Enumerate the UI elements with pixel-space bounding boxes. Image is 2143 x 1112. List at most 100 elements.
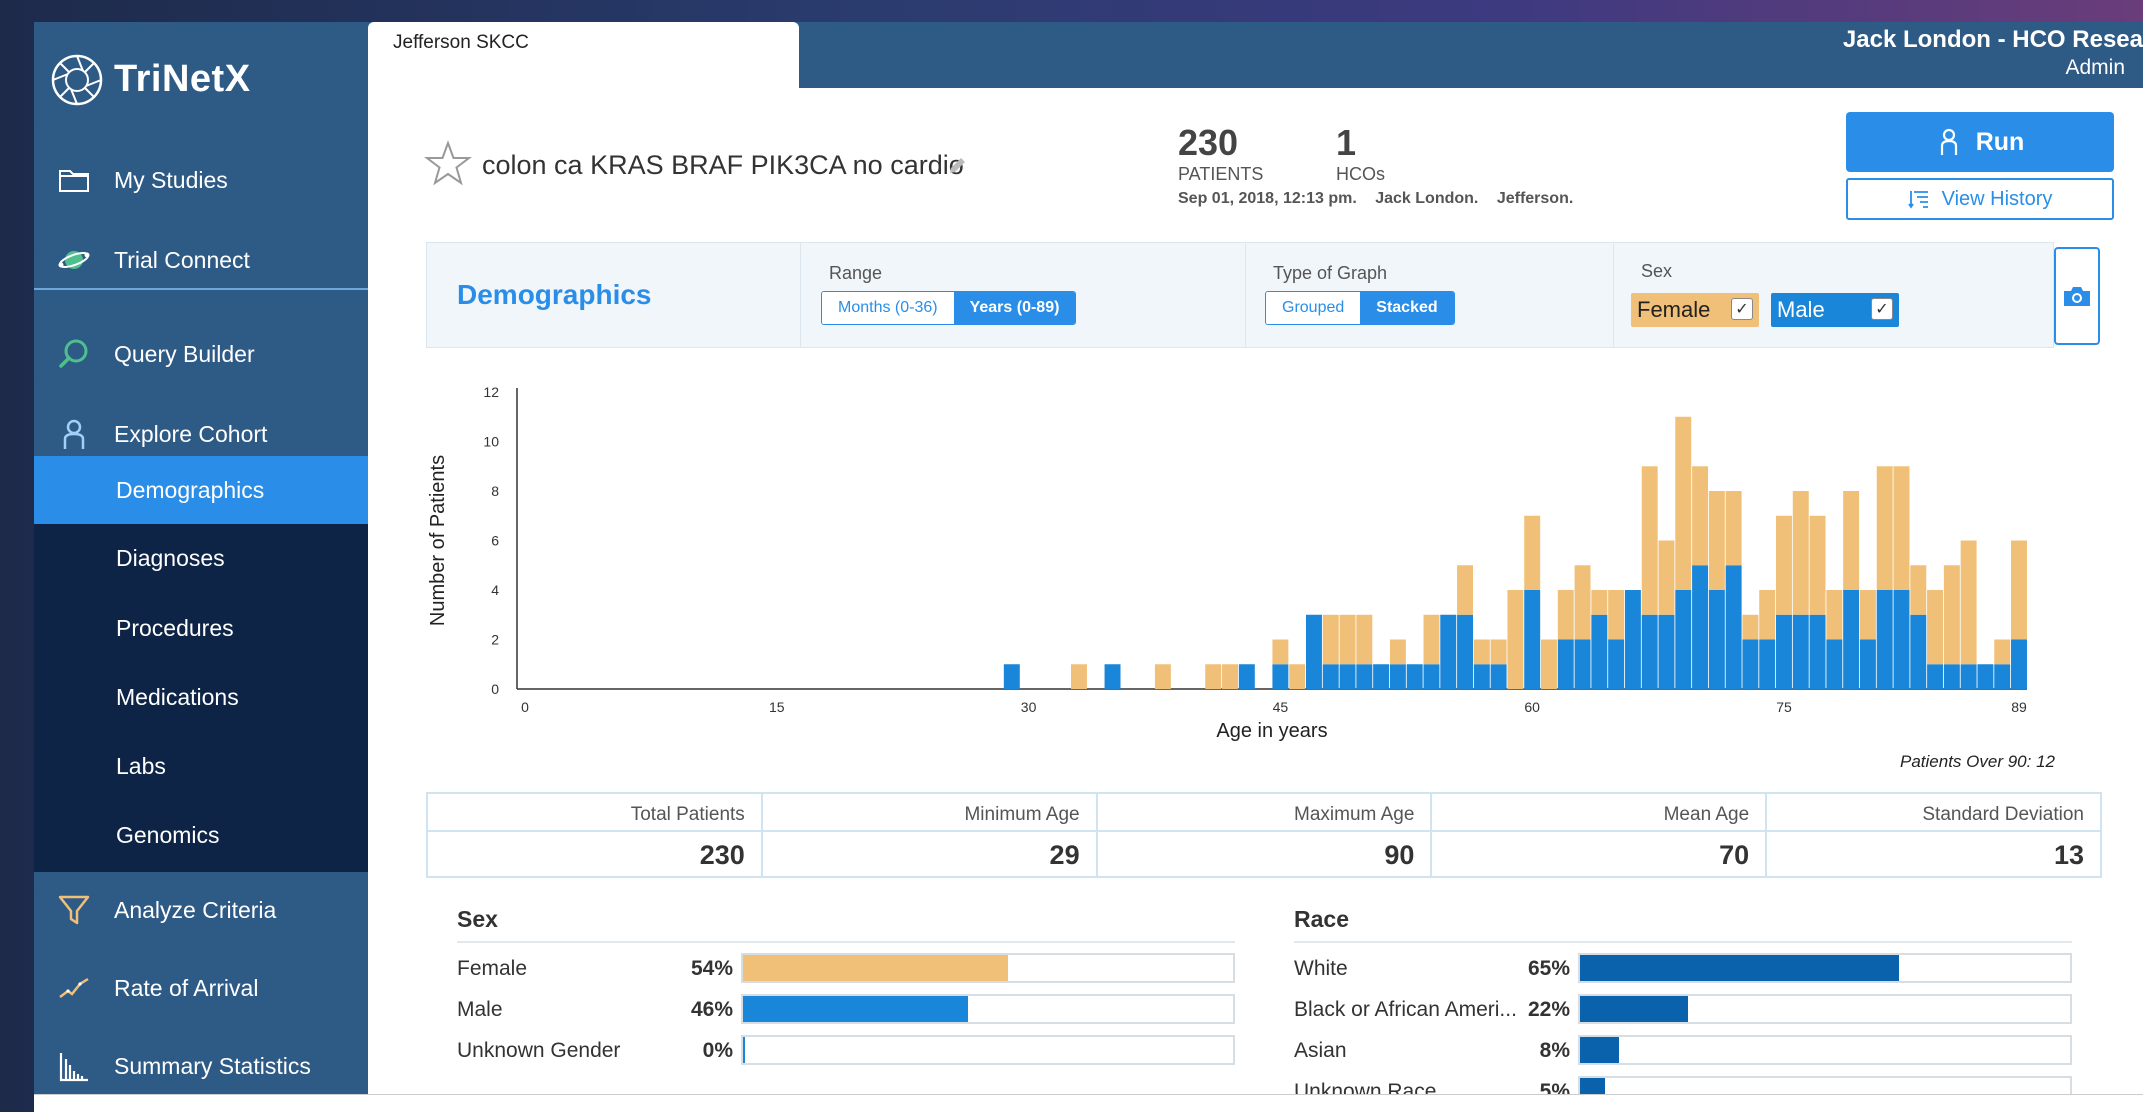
range-years-option[interactable]: Years (0-89) — [953, 292, 1076, 324]
y-tick-label: 2 — [491, 632, 499, 648]
subnav-procedures[interactable]: Procedures — [34, 594, 368, 662]
race-row: Black or African Ameri... 22% — [1294, 994, 2072, 1026]
range-months-option[interactable]: Months (0-36) — [822, 292, 954, 324]
bar-female-age-38 — [1154, 664, 1171, 689]
bar-male-age-58 — [1490, 664, 1507, 689]
female-checkbox[interactable]: ✓ — [1731, 298, 1753, 320]
subnav-label: Procedures — [116, 614, 234, 641]
bar-female-age-58 — [1490, 639, 1507, 665]
row-label: Asian — [1294, 1039, 1347, 1062]
chart-controls: Demographics Range Months (0-36) Years (… — [426, 242, 2100, 348]
subnav-medications[interactable]: Medications — [34, 663, 368, 731]
window-bottom-edge — [34, 1094, 2143, 1112]
stat-value: 70 — [1719, 840, 1750, 870]
edit-pencil-icon[interactable] — [946, 155, 968, 177]
stat-label: Mean Age — [1663, 804, 1750, 825]
nav-divider — [34, 288, 368, 290]
bar-female-age-48 — [1322, 614, 1339, 665]
snapshot-button[interactable] — [2054, 247, 2100, 345]
subnav-genomics[interactable]: Genomics — [34, 801, 368, 869]
bar-male-age-72 — [1725, 565, 1742, 689]
nav-query-builder[interactable]: Query Builder — [34, 320, 368, 388]
bar-female-age-70 — [1692, 466, 1709, 566]
y-tick-label: 8 — [491, 483, 499, 499]
row-percent: 46% — [690, 998, 733, 1021]
graph-type-toggle: Grouped Stacked — [1265, 291, 1455, 325]
row-bar-fill — [1580, 955, 1899, 981]
query-title[interactable]: colon ca KRAS BRAF PIK3CA no cardio — [482, 150, 964, 181]
bar-female-age-81 — [1876, 466, 1893, 590]
graph-grouped-option[interactable]: Grouped — [1266, 292, 1361, 324]
bar-male-age-51 — [1373, 664, 1390, 689]
race-row: Asian 8% — [1294, 1035, 2072, 1067]
bar-male-age-79 — [1843, 590, 1860, 689]
favorite-star-icon[interactable] — [424, 140, 472, 188]
race-breakdown-title: Race — [1294, 906, 1349, 932]
stat-rule — [1432, 830, 1766, 832]
stat-minimum-age: Minimum Age 29 — [762, 794, 1098, 876]
nav-label: Summary Statistics — [114, 1052, 311, 1079]
nav-rate-of-arrival[interactable]: Rate of Arrival — [34, 954, 368, 1022]
stat-rule — [428, 830, 761, 832]
bar-male-age-88 — [1994, 664, 2011, 689]
nav-label: Explore Cohort — [114, 420, 268, 447]
nav-my-studies[interactable]: My Studies — [34, 146, 368, 214]
globe-connect-icon — [54, 240, 94, 280]
user-name: Jack London - HCO Resea — [1842, 26, 2143, 53]
nav-summary-statistics[interactable]: Summary Statistics — [34, 1032, 368, 1100]
subnav-label: Diagnoses — [116, 544, 225, 571]
bar-male-age-64 — [1591, 614, 1608, 689]
bar-male-age-56 — [1457, 614, 1474, 689]
x-tick-label: 15 — [769, 699, 785, 715]
nav-trial-connect[interactable]: Trial Connect — [34, 226, 368, 294]
y-axis-title: Number of Patients — [427, 455, 449, 626]
row-bar-fill — [1580, 996, 1688, 1022]
subnav-demographics[interactable]: Demographics — [34, 456, 368, 524]
stat-value: 90 — [1384, 840, 1415, 870]
bar-female-age-50 — [1356, 614, 1373, 665]
run-button[interactable]: Run — [1846, 112, 2114, 172]
trinetx-logo[interactable]: TriNetX — [50, 32, 251, 127]
y-tick-label: 4 — [491, 582, 499, 598]
bar-male-age-54 — [1423, 664, 1440, 689]
view-history-button[interactable]: View History — [1846, 178, 2114, 220]
female-filter[interactable]: Female ✓ — [1631, 293, 1759, 327]
stat-rule — [762, 830, 1096, 832]
graph-stacked-option[interactable]: Stacked — [1360, 292, 1454, 324]
bar-female-age-61 — [1541, 639, 1557, 689]
bar-male-age-55 — [1440, 614, 1457, 689]
bar-male-age-62 — [1557, 639, 1574, 689]
funnel-icon — [54, 890, 94, 930]
male-filter[interactable]: Male ✓ — [1771, 293, 1899, 327]
row-label: Female — [457, 957, 528, 980]
male-checkbox[interactable]: ✓ — [1871, 298, 1893, 320]
bar-male-age-75 — [1776, 614, 1792, 689]
bar-male-age-68 — [1658, 614, 1675, 689]
history-list-icon — [1907, 191, 1928, 209]
bar-female-age-71 — [1708, 491, 1725, 590]
bar-female-age-62 — [1557, 590, 1574, 640]
bar-female-age-56 — [1457, 565, 1474, 615]
subnav-label: Medications — [116, 683, 239, 710]
bar-female-age-89 — [2011, 540, 2027, 640]
nav-analyze-criteria[interactable]: Analyze Criteria — [34, 876, 368, 944]
subnav-label: Labs — [116, 752, 166, 779]
bar-male-age-85 — [1943, 664, 1960, 689]
summary-stats-table: Total Patients 230 Minimum Age 29 Maximum … — [426, 792, 2102, 878]
bar-male-age-66 — [1624, 590, 1641, 689]
bar-female-age-60 — [1524, 515, 1541, 590]
race-row: White 65% — [1294, 953, 2072, 985]
patients-label: PATIENTS — [1178, 164, 1264, 184]
row-percent: 22% — [1527, 998, 1570, 1021]
male-filter-label: Male — [1777, 297, 1825, 322]
bar-male-age-35 — [1104, 664, 1121, 689]
tab-jefferson-skcc[interactable]: Jefferson SKCC — [368, 22, 799, 88]
subnav-labs[interactable]: Labs — [34, 732, 368, 800]
bar-female-age-54 — [1423, 614, 1440, 665]
bar-female-age-49 — [1339, 614, 1356, 665]
sidebar: TriNetX My Studies Trial Connect Query B… — [34, 22, 368, 1112]
subnav-diagnoses[interactable]: Diagnoses — [34, 524, 368, 592]
sex-breakdown-title: Sex — [457, 906, 498, 932]
sex-row: Male 46% — [457, 994, 1235, 1026]
query-date: Sep 01, 2018, 12:13 pm. — [1178, 190, 1357, 207]
